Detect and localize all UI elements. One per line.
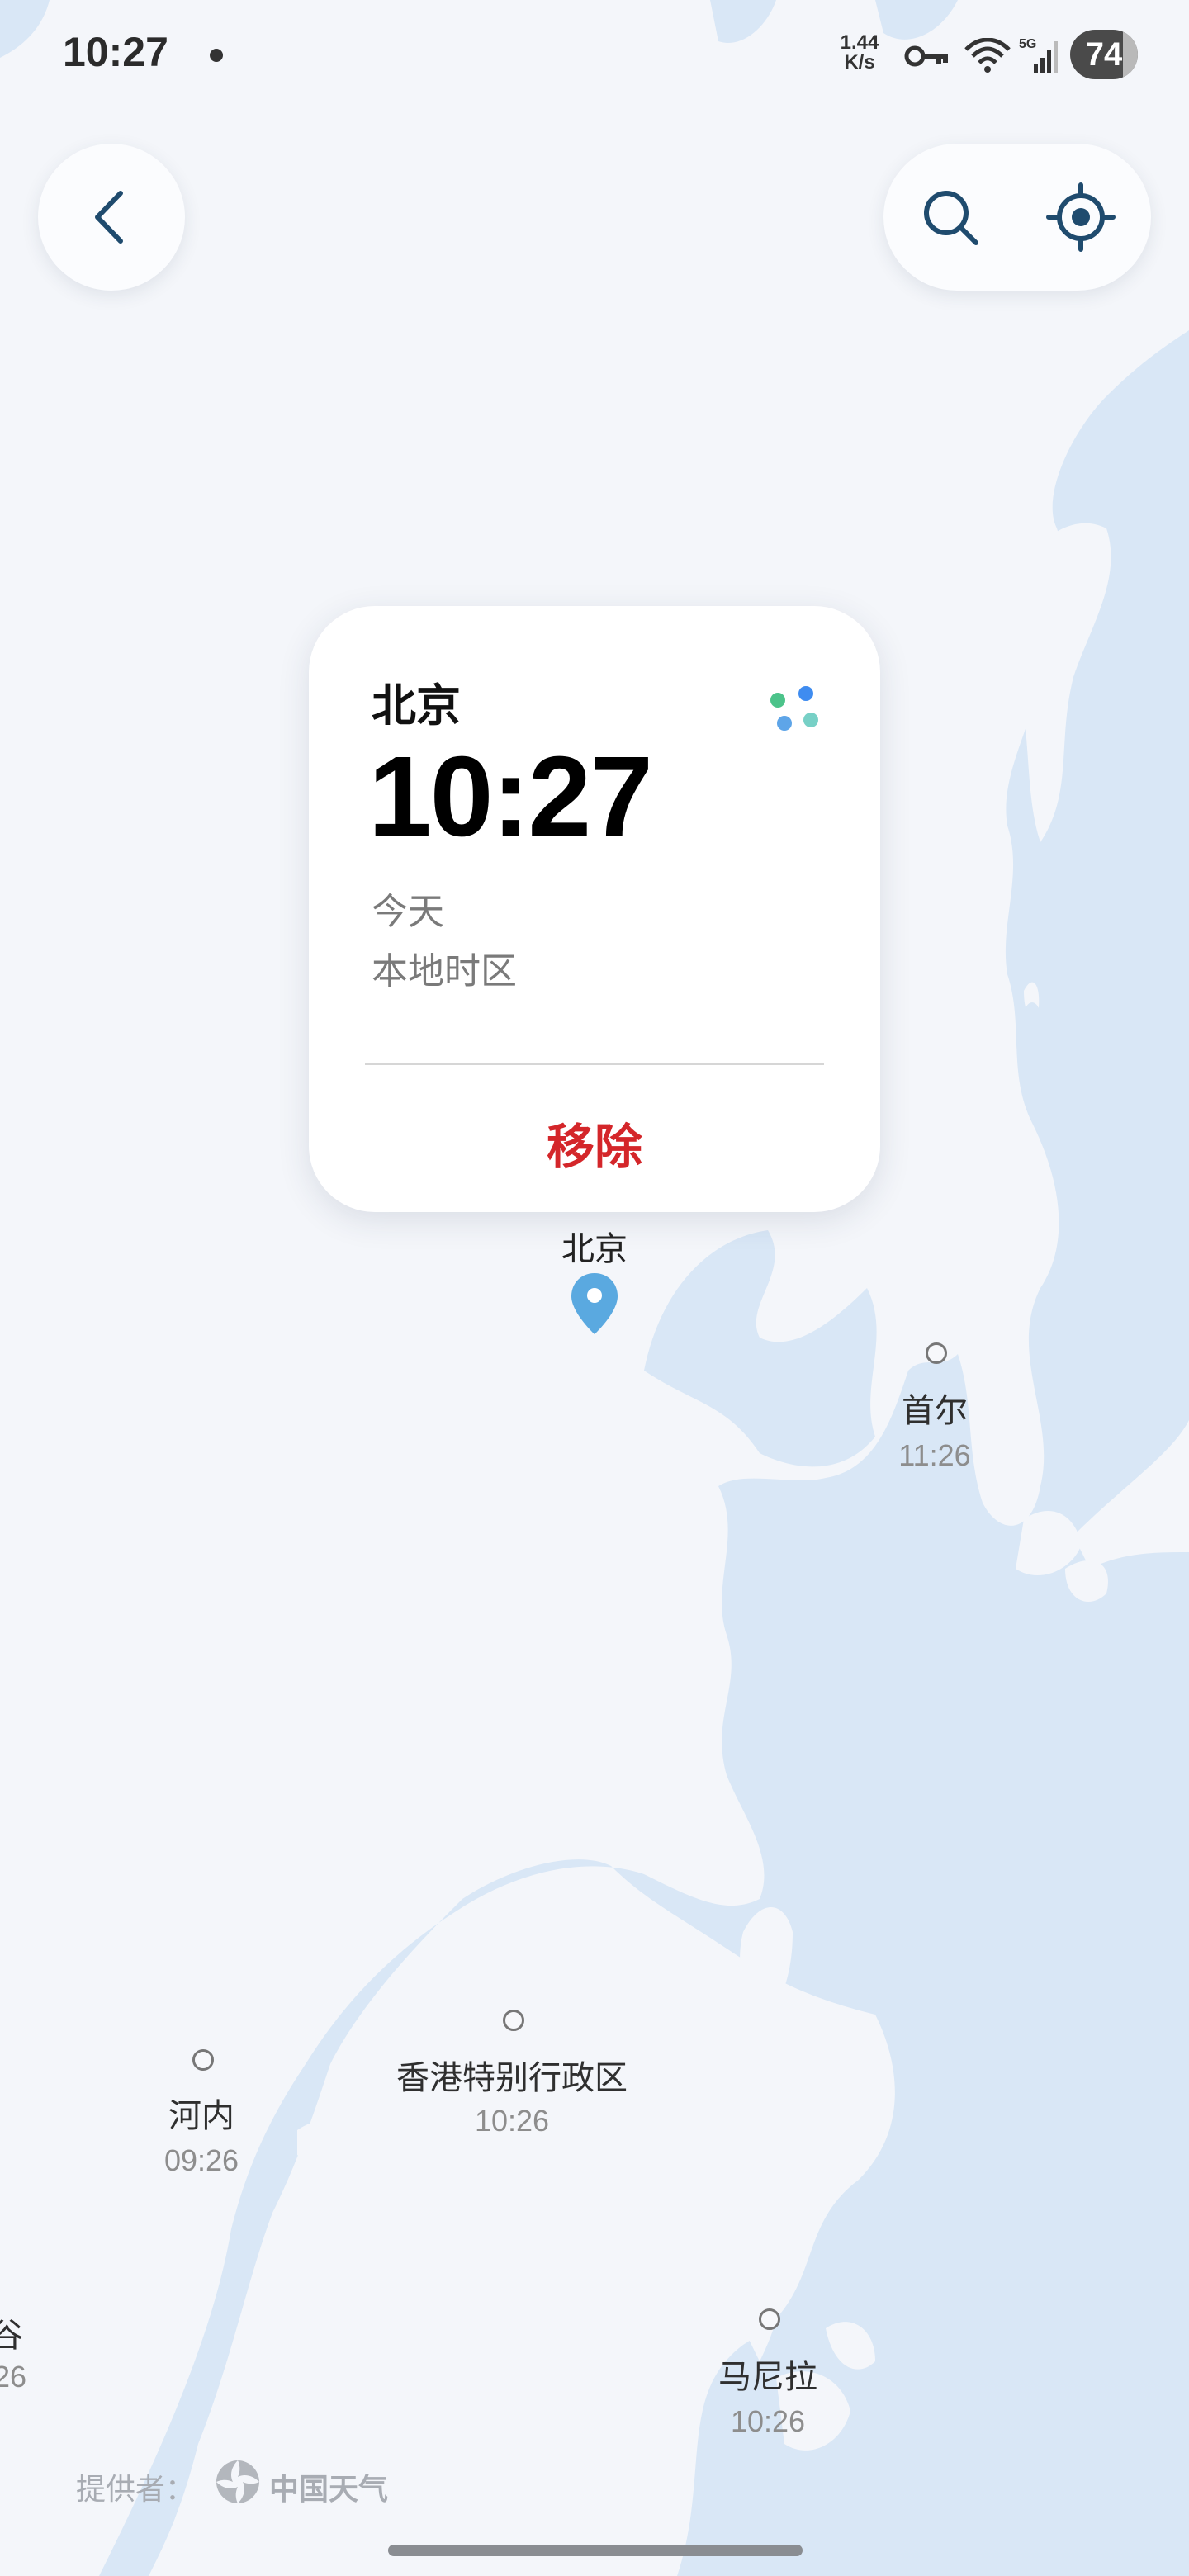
city-time-hongkong: 10:26 bbox=[474, 2104, 550, 2138]
battery-level: 74 bbox=[1085, 36, 1123, 73]
notification-dot bbox=[210, 49, 223, 62]
search-button[interactable] bbox=[915, 182, 986, 253]
city-label-hongkong: 香港特别行政区 bbox=[396, 2059, 628, 2097]
net-speed: 1.44 K/s bbox=[834, 33, 885, 73]
card-timezone-label: 本地时区 bbox=[372, 950, 517, 992]
city-label-seoul: 首尔 bbox=[902, 1392, 968, 1430]
city-marker-hanoi[interactable] bbox=[192, 2049, 214, 2071]
search-icon bbox=[924, 191, 978, 245]
weather-logo-icon bbox=[216, 2460, 259, 2503]
city-marker-manila[interactable] bbox=[759, 2308, 780, 2330]
city-card: 北京 10:27 今天 本地时区 移除 bbox=[309, 606, 880, 1212]
battery-icon: 74 bbox=[1070, 30, 1138, 79]
city-label-hanoi: 河内 bbox=[168, 2097, 234, 2135]
home-indicator[interactable] bbox=[388, 2545, 803, 2556]
remove-button[interactable]: 移除 bbox=[309, 1108, 880, 1177]
provider-name: 中国天气 bbox=[269, 2473, 389, 2507]
locate-button[interactable] bbox=[1045, 182, 1116, 253]
locate-icon bbox=[1046, 182, 1116, 252]
wifi-icon bbox=[964, 38, 1011, 73]
status-time: 10:27 bbox=[63, 29, 168, 75]
city-time-hanoi: 09:26 bbox=[163, 2143, 239, 2177]
signal-5g-icon: 5G bbox=[1019, 37, 1058, 73]
city-marker-seoul[interactable] bbox=[926, 1342, 947, 1364]
provider-label: 提供者： bbox=[76, 2473, 196, 2507]
net-speed-value: 1.44 bbox=[840, 31, 879, 54]
city-label-manila: 马尼拉 bbox=[718, 2358, 817, 2396]
city-time-manila: 10:26 bbox=[730, 2404, 806, 2438]
city-time-bangkok: 26 bbox=[0, 2360, 27, 2394]
card-time: 10:27 bbox=[368, 733, 653, 860]
city-time-seoul: 11:26 bbox=[898, 1438, 971, 1472]
location-pin-icon[interactable] bbox=[570, 1271, 619, 1336]
pin-city-label: 北京 bbox=[561, 1230, 628, 1268]
back-button[interactable] bbox=[38, 144, 185, 291]
chevron-left-icon bbox=[95, 191, 123, 244]
net-speed-unit: K/s bbox=[844, 51, 875, 73]
city-label-bangkok: 谷 bbox=[0, 2317, 23, 2355]
svg-text:5G: 5G bbox=[1019, 37, 1036, 51]
map-actions bbox=[883, 144, 1151, 291]
card-city-name: 北京 bbox=[372, 680, 461, 732]
app-dots-icon bbox=[770, 686, 818, 731]
card-divider bbox=[365, 1063, 824, 1065]
card-day: 今天 bbox=[372, 891, 444, 933]
key-icon bbox=[904, 45, 948, 67]
city-marker-hongkong[interactable] bbox=[503, 2010, 524, 2031]
